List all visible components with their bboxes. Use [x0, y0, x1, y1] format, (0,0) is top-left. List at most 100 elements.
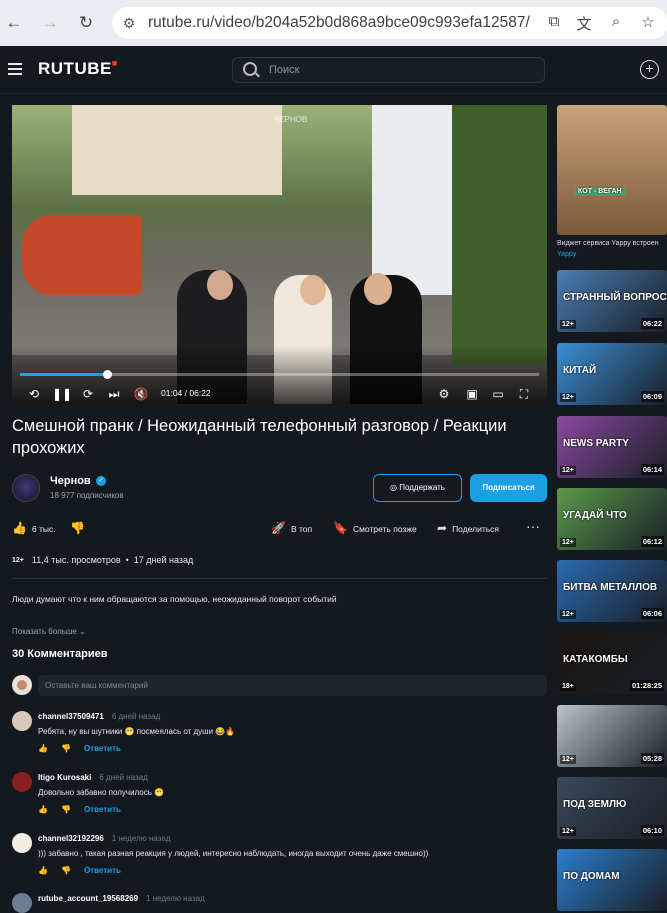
recommended-video[interactable]: КИТАЙ 12+ 06:09	[557, 343, 667, 405]
divider	[12, 578, 547, 579]
reload-icon[interactable]: ↻	[74, 11, 98, 35]
thumb-up-icon[interactable]: 👍	[38, 805, 48, 814]
duration-badge: 05:28	[640, 753, 664, 764]
commenter-avatar[interactable]	[12, 772, 32, 792]
top-button[interactable]: 🚀 В топ	[271, 520, 312, 537]
support-button[interactable]: ◎ Поддержать	[373, 474, 462, 502]
thumb-down-icon[interactable]: 👎	[61, 805, 71, 814]
mute-icon[interactable]: 🔇	[132, 386, 150, 402]
share-label: Поделиться	[452, 524, 499, 534]
pause-icon[interactable]: ❚❚	[52, 386, 72, 402]
progress-handle[interactable]	[102, 370, 112, 379]
menu-icon[interactable]	[8, 63, 22, 75]
support-label: Поддержать	[399, 483, 445, 492]
thumb-up-icon[interactable]: 👍	[38, 866, 48, 875]
address-text[interactable]: rutube.ru/video/b204a52b0d868a9bce09c993…	[148, 14, 530, 32]
search-placeholder: Поиск	[269, 64, 300, 76]
video-thumbnail[interactable]: ПОД ЗЕМЛЮ 12+ 06:10	[557, 777, 667, 839]
share-button[interactable]: ➦ Поделиться	[437, 520, 499, 537]
verified-check-icon: ✓	[96, 476, 106, 486]
thumb-up-icon: 👍	[12, 521, 27, 535]
settings-gear-icon[interactable]: ⚙	[436, 386, 452, 402]
thumb-down-icon[interactable]: 👎	[61, 744, 71, 753]
zoom-icon[interactable]: ⌕	[606, 13, 626, 33]
age-rating-badge: 12+	[560, 393, 576, 402]
like-count: 6 тыс.	[31, 524, 56, 534]
commenter-avatar[interactable]	[12, 833, 32, 853]
video-thumbnail[interactable]: КАТАКОМБЫ 18+ 01:28:25	[557, 632, 667, 694]
site-settings-icon[interactable]: ⚙	[118, 15, 140, 32]
video-thumbnail[interactable]: 12+ 05:28	[557, 705, 667, 767]
subscribe-button[interactable]: Подписаться	[470, 474, 547, 502]
thumbnail-caption: СТРАННЫЙ ВОПРОС	[563, 292, 667, 303]
thumb-up-icon[interactable]: 👍	[38, 744, 48, 753]
site-header: RUTUBE■ Поиск +	[0, 46, 667, 94]
recommended-video[interactable]: ПОД ЗЕМЛЮ 12+ 06:10	[557, 777, 667, 839]
next-icon[interactable]: ⏭	[106, 386, 122, 402]
dislike-button[interactable]: 👎	[70, 520, 90, 537]
thumb-down-icon[interactable]: 👎	[61, 866, 71, 875]
duration-badge: 06:06	[640, 608, 664, 619]
progress-bar[interactable]	[20, 370, 539, 379]
recommended-video[interactable]: ПО ДОМАМ	[557, 849, 667, 911]
search-input[interactable]: Поиск	[232, 57, 545, 83]
video-thumbnail[interactable]: NEWS PARTY 12+ 06:14	[557, 416, 667, 478]
recommended-video[interactable]: NEWS PARTY 12+ 06:14	[557, 416, 667, 478]
like-button[interactable]: 👍 6 тыс.	[12, 520, 56, 537]
recommended-video[interactable]: СТРАННЫЙ ВОПРОС 12+ 06:22	[557, 270, 667, 332]
comment-author[interactable]: Itigo Kurosaki	[38, 773, 91, 782]
reply-button[interactable]: Ответить	[84, 744, 121, 753]
progress-fill	[20, 373, 107, 376]
comment-input[interactable]: Оставьте ваш комментарий	[38, 675, 547, 696]
ad-thumbnail[interactable]: КОТ - ВЕГАН	[557, 105, 667, 235]
reply-button[interactable]: Ответить	[84, 866, 121, 875]
video-thumbnail[interactable]: КИТАЙ 12+ 06:09	[557, 343, 667, 405]
commenter-avatar[interactable]	[12, 711, 32, 731]
show-more-link[interactable]: Показать больше ⌄	[12, 627, 86, 636]
theater-mode-icon[interactable]: ▭	[490, 386, 506, 402]
watch-later-button[interactable]: 🔖 Смотреть позже	[333, 520, 417, 537]
upload-plus-icon[interactable]: +	[640, 60, 659, 79]
mini-player-icon[interactable]: ▣	[464, 386, 480, 402]
comment-author[interactable]: channel37509471	[38, 712, 104, 721]
video-thumbnail[interactable]: ПО ДОМАМ	[557, 849, 667, 911]
time-display: 01:04 / 06:22	[161, 388, 211, 398]
video-player[interactable]: ЧЕРНОВ ⟲ ❚❚ ⟳ ⏭ 🔇 01:04 / 06:22 ⚙ ▣ ▭ ⛶	[12, 105, 547, 404]
rewind-10-icon[interactable]: ⟲	[26, 386, 42, 402]
forward-10-icon[interactable]: ⟳	[80, 386, 96, 402]
video-thumbnail[interactable]: УГАДАЙ ЧТО 12+ 06:12	[557, 488, 667, 550]
comment-author[interactable]: rutube_account_19568269	[38, 894, 138, 903]
recommended-video[interactable]: БИТВА МЕТАЛЛОВ 12+ 06:06	[557, 560, 667, 622]
thumbnail-caption: БИТВА МЕТАЛЛОВ	[563, 582, 658, 593]
video-thumbnail[interactable]: СТРАННЫЙ ВОПРОС 12+ 06:22	[557, 270, 667, 332]
thumbnail-caption: УГАДАЙ ЧТО	[563, 510, 627, 521]
open-in-app-icon[interactable]: ⧉	[544, 13, 564, 33]
age-rating-badge: 12+	[560, 827, 576, 836]
recommended-video[interactable]: КАТАКОМБЫ 18+ 01:28:25	[557, 632, 667, 694]
thumbnail-caption: КИТАЙ	[563, 365, 597, 376]
comment-author[interactable]: channel32192296	[38, 834, 104, 843]
more-options-icon[interactable]: ···	[526, 519, 540, 533]
forward-arrow-icon[interactable]: →	[38, 11, 62, 35]
commenter-avatar[interactable]	[12, 893, 32, 913]
address-bar[interactable]: ⚙ rutube.ru/video/b204a52b0d868a9bce09c9…	[112, 7, 667, 39]
age-rating-badge: 12+	[560, 320, 576, 329]
comment-text: ))) забавно , такая разная реакция у люд…	[38, 849, 429, 858]
rutube-logo[interactable]: RUTUBE■	[38, 58, 118, 79]
video-thumbnail[interactable]: БИТВА МЕТАЛЛОВ 12+ 06:06	[557, 560, 667, 622]
channel-avatar[interactable]	[12, 474, 40, 502]
duration-badge: 06:12	[640, 536, 664, 547]
back-arrow-icon[interactable]: ←	[2, 11, 26, 35]
translate-icon[interactable]: 文	[574, 13, 594, 33]
ad-widget[interactable]: КОТ - ВЕГАН	[557, 105, 667, 235]
duration-badge: 06:09	[640, 391, 664, 402]
duration-badge: 06:10	[640, 825, 664, 836]
comment-time: 1 неделю назад	[111, 834, 171, 843]
bookmark-star-icon[interactable]: ☆	[638, 13, 658, 33]
fullscreen-icon[interactable]: ⛶	[516, 386, 532, 402]
recommended-video[interactable]: УГАДАЙ ЧТО 12+ 06:12	[557, 488, 667, 550]
ad-source[interactable]: Yappy	[557, 251, 576, 258]
channel-name[interactable]: Чернов	[50, 475, 91, 487]
recommended-video[interactable]: 12+ 05:28	[557, 705, 667, 767]
reply-button[interactable]: Ответить	[84, 805, 121, 814]
